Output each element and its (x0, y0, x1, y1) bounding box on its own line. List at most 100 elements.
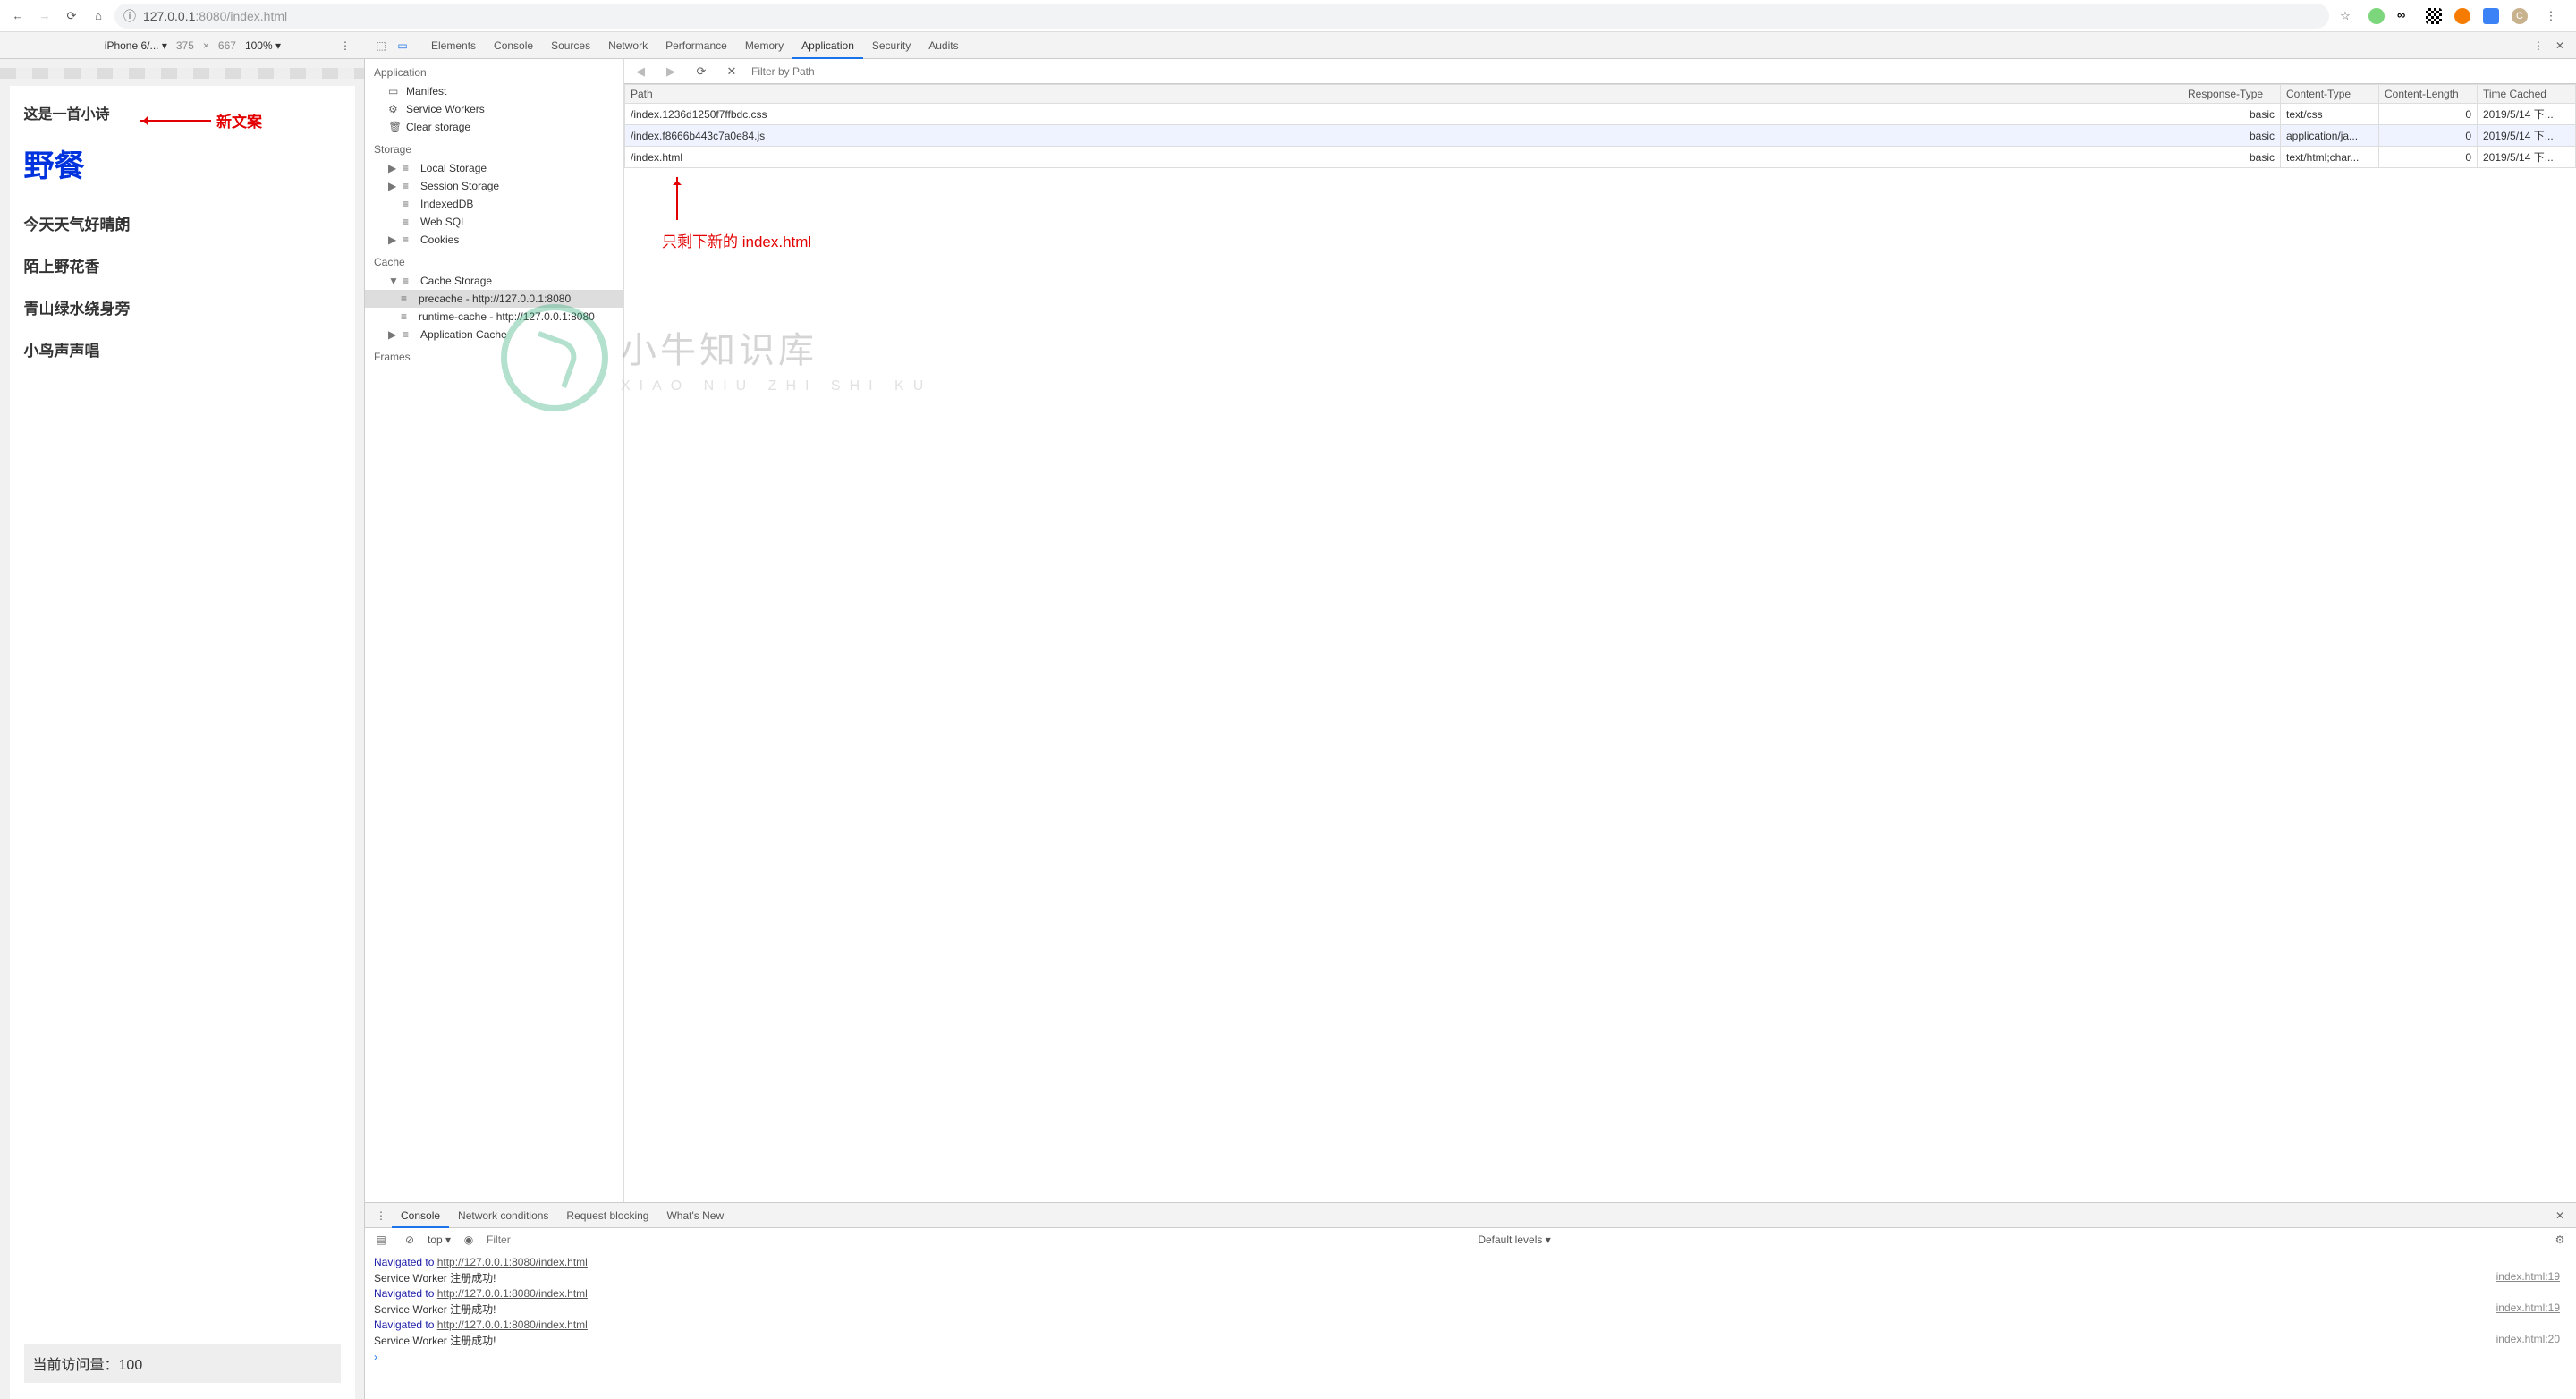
console-line: Service Worker 注册成功!index.html:19 (365, 1301, 2576, 1318)
ext-icon-1[interactable] (2368, 8, 2385, 24)
drawer-tab[interactable]: What's New (657, 1205, 733, 1226)
devtools-menu[interactable]: ⋮ (2530, 38, 2546, 54)
poem-line: 今天天气好晴朗 (24, 212, 341, 234)
reload-button[interactable]: ⟳ (61, 5, 82, 27)
settings-icon[interactable]: ⚙ (2552, 1232, 2568, 1248)
col-header[interactable]: Content-Length (2379, 85, 2478, 104)
back-button[interactable]: ← (7, 5, 29, 27)
console-drawer: ⋮ ConsoleNetwork conditionsRequest block… (365, 1202, 2576, 1399)
console-toolbar: ▤ ⊘ top ▾ ◉ Default levels ▾ ⚙ (365, 1228, 2576, 1251)
ext-icon-2[interactable]: ∞ (2397, 8, 2413, 24)
sb-item[interactable]: ▶≡Local Storage (365, 159, 623, 177)
console-messages: Navigated to http://127.0.0.1:8080/index… (365, 1251, 2576, 1399)
ext-icon-4[interactable] (2483, 8, 2499, 24)
console-line: Navigated to http://127.0.0.1:8080/index… (365, 1255, 2576, 1269)
devtools-tab-security[interactable]: Security (863, 34, 919, 57)
console-line: Service Worker 注册成功!index.html:19 (365, 1269, 2576, 1286)
col-header[interactable]: Response-Type (2182, 85, 2281, 104)
poem-line: 陌上野花香 (24, 254, 341, 276)
ext-icon-qr[interactable] (2426, 8, 2442, 24)
poem-line: 小鸟声声唱 (24, 338, 341, 360)
sb-item[interactable]: ▭Manifest (365, 82, 623, 100)
device-mode-icon[interactable]: ▭ (394, 38, 411, 54)
devtools-close-icon[interactable]: ✕ (2552, 38, 2568, 54)
home-button[interactable]: ⌂ (88, 5, 109, 27)
levels-select[interactable]: Default levels ▾ (1478, 1234, 1550, 1246)
profile-avatar[interactable]: C (2512, 8, 2528, 24)
col-header[interactable]: Time Cached (2478, 85, 2576, 104)
sb-item[interactable]: ≡Web SQL (365, 213, 623, 231)
eye-icon[interactable]: ◉ (461, 1232, 477, 1248)
annotation-text-2: 只剩下新的 index.html (662, 229, 811, 251)
console-sidebar-icon[interactable]: ▤ (373, 1232, 389, 1248)
device-select[interactable]: iPhone 6/... ▾ (105, 39, 167, 52)
drawer-menu[interactable]: ⋮ (373, 1208, 389, 1224)
devtools-toolbar: iPhone 6/... ▾ 375 × 667 100% ▾ ⋮ ⬚ ▭ El… (0, 32, 2576, 59)
console-line: Navigated to http://127.0.0.1:8080/index… (365, 1318, 2576, 1332)
table-row[interactable]: /index.1236d1250f7ffbdc.cssbasictext/css… (625, 104, 2576, 125)
sb-section-application: Application (365, 59, 623, 82)
devtools-tab-network[interactable]: Network (599, 34, 657, 57)
sb-cache-storage[interactable]: ▼≡Cache Storage (365, 272, 623, 290)
col-header[interactable]: Content-Type (2281, 85, 2379, 104)
sb-application-cache[interactable]: ▶≡Application Cache (365, 326, 623, 343)
cache-toolbar: ◀ ▶ ⟳ ✕ (624, 59, 2576, 84)
cache-table: PathResponse-TypeContent-TypeContent-Len… (624, 84, 2576, 168)
sb-section-frames: Frames (365, 343, 623, 367)
sb-section-storage: Storage (365, 136, 623, 159)
zoom-select[interactable]: 100% ▾ (245, 39, 281, 52)
annotation-arrow-2 (676, 177, 678, 220)
console-prompt[interactable]: › (365, 1349, 2576, 1365)
rendered-page: 这是一首小诗 野餐 今天天气好晴朗陌上野花香青山绿水绕身旁小鸟声声唱 当前访问量… (10, 86, 355, 1399)
sb-item[interactable]: ≡IndexedDB (365, 195, 623, 213)
context-select[interactable]: top ▾ (428, 1234, 451, 1246)
console-filter-input[interactable] (487, 1234, 1470, 1246)
drawer-tabs: ⋮ ConsoleNetwork conditionsRequest block… (365, 1203, 2576, 1228)
page-footer: 当前访问量：100 (24, 1344, 341, 1383)
devtools-tab-sources[interactable]: Sources (542, 34, 599, 57)
drawer-tab[interactable]: Network conditions (449, 1205, 557, 1226)
devtools-tab-audits[interactable]: Audits (919, 34, 967, 57)
col-header[interactable]: Path (625, 85, 2182, 104)
sb-item[interactable]: ▶≡Cookies (365, 231, 623, 249)
device-height[interactable]: 667 (218, 39, 236, 52)
devtools-tab-elements[interactable]: Elements (422, 34, 485, 57)
star-icon[interactable]: ☆ (2334, 5, 2356, 27)
table-row[interactable]: /index.htmlbasictext/html;char...02019/5… (625, 147, 2576, 168)
devtools-tab-memory[interactable]: Memory (736, 34, 792, 57)
ruler (0, 68, 364, 79)
device-menu[interactable]: ⋮ (335, 35, 356, 56)
sb-section-cache: Cache (365, 249, 623, 272)
drawer-tab[interactable]: Request blocking (557, 1205, 657, 1226)
annotation-arrow-1 (140, 120, 211, 122)
inspect-icon[interactable]: ⬚ (373, 38, 389, 54)
prev-icon[interactable]: ◀ (632, 64, 648, 80)
sb-cache-entry[interactable]: ≡runtime-cache - http://127.0.0.1:8080 (365, 308, 623, 326)
refresh-icon[interactable]: ⟳ (693, 64, 709, 80)
next-icon[interactable]: ▶ (663, 64, 679, 80)
address-bar[interactable]: ⓘ 127.0.0.1:8080/index.html (114, 4, 2329, 29)
devtools-tab-performance[interactable]: Performance (657, 34, 736, 57)
forward-button[interactable]: → (34, 5, 55, 27)
sb-cache-entry[interactable]: ≡precache - http://127.0.0.1:8080 (365, 290, 623, 308)
device-width[interactable]: 375 (176, 39, 194, 52)
drawer-close-icon[interactable]: ✕ (2552, 1208, 2568, 1224)
sb-item[interactable]: 🗑Clear storage (365, 118, 623, 136)
device-toolbar: iPhone 6/... ▾ 375 × 667 100% ▾ ⋮ (0, 35, 365, 56)
sb-item[interactable]: ▶≡Session Storage (365, 177, 623, 195)
drawer-tab[interactable]: Console (392, 1205, 449, 1228)
ext-icon-3[interactable] (2454, 8, 2470, 24)
devtools-tab-console[interactable]: Console (485, 34, 542, 57)
url-host: 127.0.0.1:8080/index.html (143, 9, 287, 23)
poem-line: 青山绿水绕身旁 (24, 296, 341, 318)
menu-button[interactable]: ⋮ (2540, 5, 2562, 27)
devtools-panel: Application ▭Manifest⚙Service Workers🗑Cl… (365, 59, 2576, 1399)
page-title: 野餐 (24, 141, 341, 185)
clear-console-icon[interactable]: ⊘ (402, 1232, 418, 1248)
devtools-tab-application[interactable]: Application (792, 34, 863, 59)
delete-icon[interactable]: ✕ (724, 64, 740, 80)
extension-icons: ∞ C ⋮ (2361, 5, 2569, 27)
sb-item[interactable]: ⚙Service Workers (365, 100, 623, 118)
table-row[interactable]: /index.f8666b443c7a0e84.jsbasicapplicati… (625, 125, 2576, 147)
filter-path-input[interactable] (751, 65, 2571, 78)
